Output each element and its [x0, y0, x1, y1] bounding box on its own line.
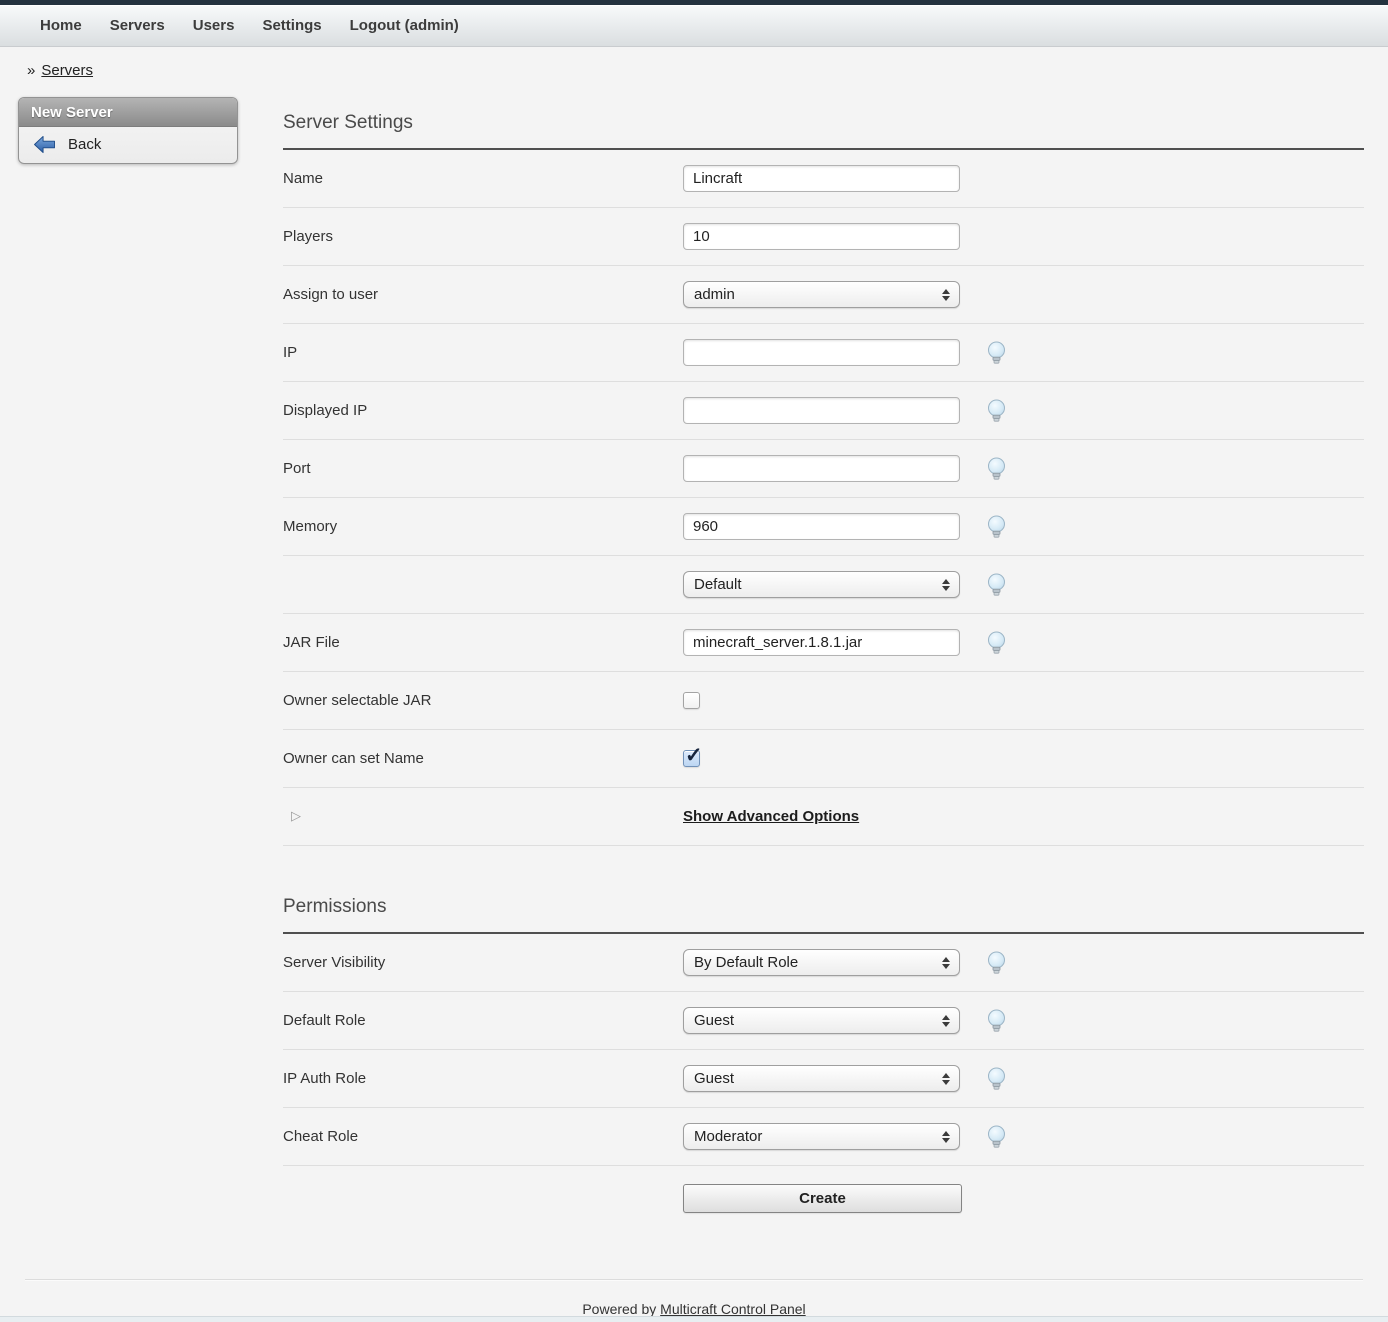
section-title-server-settings: Server Settings [283, 79, 1364, 148]
hint-bulb-icon[interactable] [986, 573, 1007, 597]
show-advanced-options-link[interactable]: Show Advanced Options [683, 808, 859, 825]
name-label: Name [283, 170, 683, 187]
hint-bulb-icon[interactable] [986, 341, 1007, 365]
form-row-assign-to-user: Assign to user admin [283, 266, 1364, 324]
hint-bulb-icon[interactable] [986, 1067, 1007, 1091]
form-row-owner-can-set-name: Owner can set Name [283, 730, 1364, 788]
breadcrumb: » Servers [27, 62, 1388, 79]
sidebar-title: New Server [19, 98, 237, 127]
hint-bulb-icon[interactable] [986, 951, 1007, 975]
create-button[interactable]: Create [683, 1184, 962, 1213]
default-template-select[interactable]: Default [683, 571, 960, 598]
form-row-jar-file: JAR File [283, 614, 1364, 672]
form-row-name: Name [283, 150, 1364, 208]
form-row-server-visibility: Server Visibility By Default Role [283, 934, 1364, 992]
hint-bulb-icon[interactable] [986, 399, 1007, 423]
sidebar-menu: New Server Back [18, 97, 238, 164]
page: Home Servers Users Settings Logout (admi… [0, 0, 1388, 1322]
default-role-label: Default Role [283, 1012, 683, 1029]
multicraft-link[interactable]: Multicraft Control Panel [660, 1301, 806, 1317]
form-row-owner-selectable-jar: Owner selectable JAR [283, 672, 1364, 730]
owner-selectable-jar-label: Owner selectable JAR [283, 692, 683, 709]
form-row-cheat-role: Cheat Role Moderator [283, 1108, 1364, 1166]
form-row-default-template: Default [283, 556, 1364, 614]
create-button-row: Create [283, 1166, 1364, 1239]
footer: Powered by Multicraft Control Panel [0, 1280, 1388, 1317]
hint-bulb-icon[interactable] [986, 631, 1007, 655]
ip-label: IP [283, 344, 683, 361]
displayed-ip-label: Displayed IP [283, 402, 683, 419]
back-arrow-icon [33, 135, 56, 154]
form-row-advanced-options: ▷ Show Advanced Options [283, 788, 1364, 846]
bottom-strip [0, 1316, 1388, 1322]
cheat-role-label: Cheat Role [283, 1128, 683, 1145]
port-input[interactable] [683, 455, 960, 482]
breadcrumb-link-servers[interactable]: Servers [41, 62, 93, 79]
memory-input[interactable] [683, 513, 960, 540]
owner-can-set-name-checkbox[interactable] [683, 750, 700, 767]
sidebar-item-back[interactable]: Back [19, 127, 237, 163]
port-label: Port [283, 460, 683, 477]
nav-item-users[interactable]: Users [193, 17, 235, 34]
nav-item-home[interactable]: Home [40, 17, 82, 34]
assign-to-user-label: Assign to user [283, 286, 683, 303]
ip-input[interactable] [683, 339, 960, 366]
form-row-ip-auth-role: IP Auth Role Guest [283, 1050, 1364, 1108]
players-input[interactable] [683, 223, 960, 250]
sidebar-back-label: Back [68, 136, 101, 153]
jar-file-label: JAR File [283, 634, 683, 651]
breadcrumb-marker: » [27, 62, 35, 79]
server-visibility-select[interactable]: By Default Role [683, 949, 960, 976]
form-row-port: Port [283, 440, 1364, 498]
ip-auth-role-select[interactable]: Guest [683, 1065, 960, 1092]
hint-bulb-icon[interactable] [986, 515, 1007, 539]
displayed-ip-input[interactable] [683, 397, 960, 424]
players-label: Players [283, 228, 683, 245]
main-nav: Home Servers Users Settings Logout (admi… [0, 5, 1388, 47]
powered-by-text: Powered by [582, 1301, 660, 1317]
nav-item-settings[interactable]: Settings [262, 17, 321, 34]
hint-bulb-icon[interactable] [986, 1125, 1007, 1149]
owner-selectable-jar-checkbox[interactable] [683, 692, 700, 709]
form-row-ip: IP [283, 324, 1364, 382]
nav-item-servers[interactable]: Servers [110, 17, 165, 34]
hint-bulb-icon[interactable] [986, 457, 1007, 481]
owner-can-set-name-label: Owner can set Name [283, 750, 683, 767]
cheat-role-select[interactable]: Moderator [683, 1123, 960, 1150]
form-row-memory: Memory [283, 498, 1364, 556]
name-input[interactable] [683, 165, 960, 192]
hint-bulb-icon[interactable] [986, 1009, 1007, 1033]
memory-label: Memory [283, 518, 683, 535]
section-title-permissions: Permissions [283, 874, 1364, 932]
advanced-options-collapse-triangle-icon[interactable]: ▷ [283, 809, 683, 824]
main-content: Server Settings Name Players Assign to u… [283, 79, 1364, 1239]
jar-file-input[interactable] [683, 629, 960, 656]
form-row-players: Players [283, 208, 1364, 266]
default-role-select[interactable]: Guest [683, 1007, 960, 1034]
server-visibility-label: Server Visibility [283, 954, 683, 971]
assign-to-user-select[interactable]: admin [683, 281, 960, 308]
form-row-displayed-ip: Displayed IP [283, 382, 1364, 440]
ip-auth-role-label: IP Auth Role [283, 1070, 683, 1087]
section-spacer [283, 846, 1364, 874]
nav-item-logout[interactable]: Logout (admin) [350, 17, 459, 34]
form-row-default-role: Default Role Guest [283, 992, 1364, 1050]
